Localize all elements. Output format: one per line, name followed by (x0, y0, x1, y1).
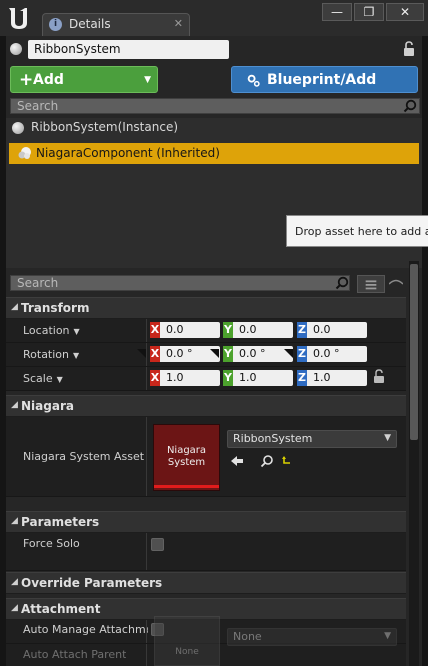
scrollbar-thumb[interactable] (410, 264, 418, 440)
niagara-asset-label: Niagara System Asset (23, 450, 145, 463)
none-thumbnail[interactable]: None (154, 616, 220, 666)
category-override-parameters[interactable]: ◢ Override Parameters (6, 572, 406, 594)
component-selected-label: NiagaraComponent (Inherited) (36, 146, 220, 160)
actor-name-input[interactable]: RibbonSystem (28, 40, 229, 59)
niagara-asset-row: Niagara System Asset Niagara System Ribb… (6, 417, 406, 497)
column-divider (146, 367, 147, 390)
details-search-icon (335, 276, 349, 290)
spin-arrow-icon (137, 349, 146, 358)
expand-arrow-icon: ◢ (11, 302, 18, 312)
component-root-item[interactable]: RibbonSystem(Instance) (6, 118, 422, 138)
category-niagara[interactable]: ◢ Niagara (6, 395, 406, 417)
info-icon: i (49, 18, 62, 31)
chevron-down-icon: ▼ (73, 327, 80, 336)
component-selected-item[interactable]: NiagaraComponent (Inherited) (9, 143, 419, 164)
scale-row: Scale ▼ X 1.0 Y 1.0 Z 1.0 (6, 367, 406, 391)
window-controls: — ❐ ✕ (320, 3, 424, 21)
eye-icon[interactable] (389, 275, 403, 293)
chevron-down-icon: ▼ (56, 375, 63, 384)
actor-icon (10, 43, 22, 55)
lock-icon[interactable] (373, 369, 385, 384)
force-solo-label: Force Solo (23, 537, 80, 550)
niagara-asset-combo[interactable]: RibbonSystem ▼ (227, 430, 397, 448)
add-component-button[interactable]: + Add Component ▼ (10, 66, 158, 115)
chevron-down-icon: ▼ (384, 631, 391, 641)
category-label: Parameters (21, 515, 100, 529)
spin-arrow-icon (284, 349, 293, 358)
category-parameters[interactable]: ◢ Parameters (6, 511, 406, 533)
auto-attach-parent-combo[interactable]: None ▼ (227, 628, 397, 646)
rotation-row: Rotation ▼ X 0.0 ° Y 0.0 ° Z 0.0 ° (6, 343, 406, 367)
category-label: Niagara (21, 399, 74, 413)
chevron-down-icon: ▼ (144, 75, 151, 85)
minimize-button[interactable]: — (322, 3, 352, 21)
auto-attach-parent-row: Auto Attach Parent None None ▼ (6, 616, 406, 666)
tab-details[interactable]: i Details ✕ (42, 13, 190, 36)
details-search-input[interactable]: Search (10, 275, 350, 291)
force-solo-row: Force Solo (6, 533, 406, 571)
auto-manage-attachment-label: Auto Manage Attachmen (23, 623, 148, 636)
location-label[interactable]: Location ▼ (23, 324, 80, 337)
lock-icon[interactable] (402, 41, 416, 57)
thumbnail-text-line-2: System (167, 457, 206, 468)
thumbnail-color-bar (154, 485, 219, 488)
maximize-button[interactable]: ❐ (354, 3, 384, 21)
niagara-component-icon (18, 147, 31, 159)
chevron-down-icon: ▼ (384, 433, 391, 443)
column-divider (146, 343, 147, 366)
drop-asset-tooltip: Drop asset here to add a co (286, 215, 428, 247)
thumbnail-text-line-1: Niagara (166, 445, 207, 456)
tab-label: Details (69, 17, 111, 31)
component-root-label: RibbonSystem(Instance) (31, 120, 179, 134)
auto-attach-parent-label: Auto Attach Parent (23, 648, 127, 661)
actor-name-row: RibbonSystem (6, 38, 422, 60)
chevron-down-icon: ▼ (73, 351, 80, 360)
component-search-input[interactable]: Search (10, 98, 420, 114)
use-selected-arrow-icon[interactable] (230, 454, 244, 468)
view-options-icon[interactable] (357, 275, 385, 293)
column-divider (146, 319, 147, 342)
plus-icon: + (19, 70, 34, 90)
column-divider (146, 644, 147, 666)
browse-search-icon[interactable] (260, 454, 274, 468)
window-titlebar: i Details ✕ — ❐ ✕ (0, 0, 428, 36)
asset-thumbnail[interactable]: Niagara System (153, 424, 220, 491)
expand-arrow-icon: ◢ (11, 577, 18, 587)
category-label: Transform (21, 301, 90, 315)
column-divider (146, 620, 147, 643)
column-divider (146, 417, 147, 496)
location-row: Location ▼ X 0.0 Y 0.0 Z 0.0 (6, 319, 406, 343)
column-divider (146, 533, 147, 570)
details-panel: RibbonSystem + Add Component ▼ Blueprint… (6, 36, 428, 666)
spin-arrow-icon (210, 349, 219, 358)
tab-close-icon[interactable]: ✕ (174, 17, 183, 30)
expand-arrow-icon: ◢ (11, 400, 18, 410)
blueprint-add-script-button[interactable]: Blueprint/Add Script (231, 66, 418, 115)
category-transform[interactable]: ◢ Transform (6, 297, 406, 319)
search-icon (403, 99, 417, 113)
expand-arrow-icon: ◢ (11, 603, 18, 613)
scale-label[interactable]: Scale ▼ (23, 372, 63, 385)
reset-arrow-icon[interactable] (282, 455, 292, 467)
rotation-label[interactable]: Rotation ▼ (23, 348, 79, 361)
blueprint-icon (247, 74, 260, 87)
category-label: Attachment (21, 602, 101, 616)
unreal-logo-icon (9, 8, 27, 29)
expand-arrow-icon: ◢ (11, 516, 18, 526)
details-properties: Search ◢ Transform Location ▼ X 0.0 Y 0.0 Z… (6, 261, 422, 666)
category-label: Override Parameters (21, 576, 163, 590)
force-solo-checkbox[interactable] (151, 538, 164, 551)
actor-icon (12, 122, 24, 134)
close-window-button[interactable]: ✕ (386, 3, 424, 21)
